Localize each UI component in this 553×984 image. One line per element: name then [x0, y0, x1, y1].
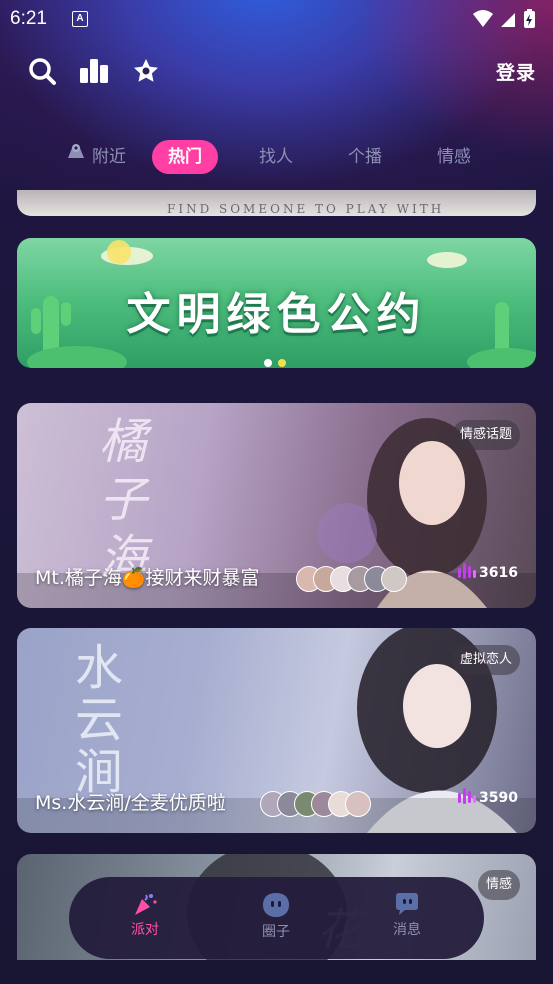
room-tag: 情感话题: [451, 420, 520, 450]
party-popper-icon: [135, 894, 157, 915]
nav-party-label: 派对: [131, 922, 159, 938]
room-heat: 3590: [457, 787, 518, 809]
room-card[interactable]: 水云涧 虚拟恋人 Ms.水云涧/全麦优质啦 3590: [17, 628, 536, 833]
banner-dot[interactable]: [264, 359, 272, 367]
circle-community-icon: [263, 893, 289, 917]
room-tag: 情感: [477, 870, 520, 900]
search-icon[interactable]: [27, 56, 57, 86]
room-tag: 虚拟恋人: [451, 645, 520, 675]
bottom-nav: 派对 圈子 消息: [69, 877, 484, 959]
tab-hot[interactable]: 热门: [152, 140, 218, 174]
room-name: Ms.水云涧/全麦优质啦: [35, 792, 226, 814]
signal-icon: [501, 13, 515, 27]
heat-bars-icon: [457, 787, 477, 809]
nav-messages[interactable]: 消息: [377, 891, 437, 939]
heat-bars-icon: [457, 562, 477, 584]
promo-banner[interactable]: 文明绿色公约: [17, 238, 536, 368]
status-time: 6:21: [10, 8, 47, 29]
room-card[interactable]: 橘子海 情感话题 Mt.橘子海🍊接财来财暴富 3616: [17, 403, 536, 608]
avatar: [381, 566, 407, 592]
banner-pagination: [264, 352, 292, 368]
map-pin-icon: [66, 140, 86, 174]
room-avatars: [260, 791, 371, 817]
room-heat-value: 3616: [479, 565, 518, 581]
login-button[interactable]: 登录: [496, 58, 536, 85]
tab-nearby-label: 附近: [92, 147, 126, 167]
top-bar: 登录: [0, 52, 553, 88]
nav-messages-label: 消息: [393, 922, 421, 938]
nav-circle-label: 圈子: [262, 924, 290, 940]
banner-dot-active[interactable]: [278, 359, 286, 367]
battery-icon: [524, 9, 535, 28]
tab-solo-stream[interactable]: 个播: [348, 140, 382, 174]
status-bar: 6:21 A: [0, 0, 553, 38]
nav-circle[interactable]: 圈子: [246, 891, 306, 941]
room-avatars: [296, 566, 407, 592]
room-heat: 3616: [457, 562, 518, 584]
bottom-scrim: [0, 960, 553, 984]
message-bubble-icon: [396, 893, 418, 915]
tab-emotion[interactable]: 情感: [437, 140, 471, 174]
category-tabs: 附近 热门 找人 个播 情感: [0, 140, 553, 176]
ranking-icon[interactable]: [78, 56, 108, 86]
wifi-icon: [473, 10, 493, 27]
previous-card-caption: FIND SOMEONE TO PLAY WITH: [167, 202, 445, 216]
room-overlay-title: 橘子海: [99, 414, 148, 586]
tab-nearby[interactable]: 附近: [66, 140, 126, 174]
tab-find-people[interactable]: 找人: [259, 140, 293, 174]
notification-icon: A: [72, 11, 88, 27]
banner-title: 文明绿色公约: [126, 289, 427, 340]
room-heat-value: 3590: [479, 790, 518, 806]
previous-card[interactable]: FIND SOMEONE TO PLAY WITH: [17, 190, 536, 216]
nav-party[interactable]: 派对: [115, 891, 175, 939]
favorite-star-icon[interactable]: [131, 56, 161, 86]
room-name: Mt.橘子海🍊接财来财暴富: [35, 567, 260, 589]
avatar: [345, 791, 371, 817]
system-icons: [471, 8, 543, 34]
room-overlay-title: 水云涧: [75, 640, 124, 800]
